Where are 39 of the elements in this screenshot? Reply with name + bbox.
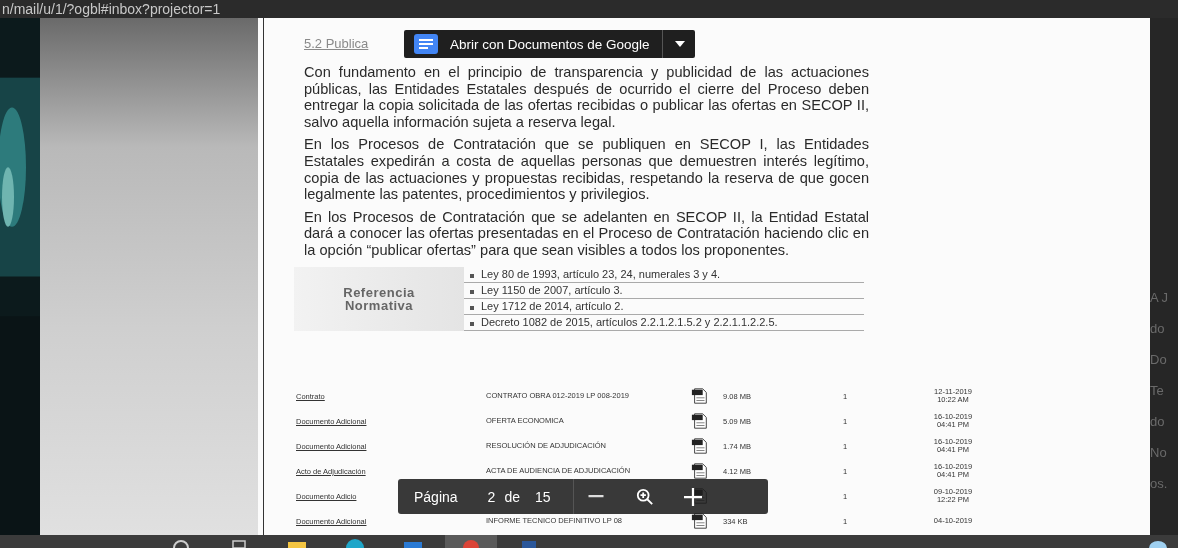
pdf-file-icon: [691, 387, 709, 406]
page-label: Página: [414, 488, 458, 505]
bullet-icon: [470, 273, 474, 278]
pdf-file-icon: [691, 437, 709, 456]
background-text: No: [1150, 445, 1168, 460]
zoom-in-icon[interactable]: [683, 487, 702, 506]
bullet-icon: [470, 305, 474, 310]
paragraph: En los Procesos de Contratación que se adelanten en SECOP II, la Entidad Estatal dará a conocer las ofertas presentadas en el Proceso de Contratación haciendo clic en la opción “publicar ofertas” para que sean visibles a todos los proponentes.: [304, 208, 869, 259]
page-number[interactable]: 2: [487, 488, 496, 505]
background-text: do: [1150, 414, 1166, 429]
url-text: n/mail/u/1/?ogbl#inbox?projector=1: [2, 1, 221, 17]
cloud-icon: [1148, 538, 1168, 548]
background-text: do: [1150, 321, 1166, 336]
reference-item: Decreto 1082 de 2015, artículos 2.2.1.2.1.5.2 y 2.2.1.1.2.2.5.: [481, 316, 778, 328]
page-total: 15: [534, 488, 551, 505]
word-icon: [519, 538, 539, 548]
open-with-button[interactable]: Abrir con Documentos de Google: [404, 30, 695, 58]
caret-icon: [674, 41, 685, 47]
reference-item: Ley 1712 de 2014, artículo 2.: [481, 300, 624, 312]
reference-item: Ley 80 de 1993, artículo 23, 24, numerales 3 y 4.: [481, 268, 721, 280]
search-icon: [171, 538, 191, 548]
bullet-icon: [470, 321, 474, 326]
reference-label: Referencia Normativa: [294, 266, 464, 331]
pdf-file-icon: [691, 412, 709, 431]
background-text: Do: [1150, 352, 1168, 367]
zoom-icon[interactable]: [635, 487, 654, 506]
task-view-icon: [229, 538, 249, 548]
background-text: A J: [1150, 290, 1170, 305]
browser-icon: [345, 538, 365, 548]
reference-item: Ley 1150 de 2007, artículo 3.: [481, 284, 623, 296]
background-text: os.: [1150, 476, 1169, 491]
document-icon: [414, 34, 438, 54]
background-text: Te: [1150, 383, 1165, 398]
bullet-icon: [470, 289, 474, 294]
browser-icon: [461, 538, 481, 548]
paragraph: Con fundamento en el principio de transparencia y publicidad de las actuaciones públicas, las Entidades Estatales después de ocurrido el cierre del Proceso deben entregar la copia solicitada de las ofertas recibidas o publicar las ofertas en SECOP II, salvo aquella información sujeta a reserva legal.: [304, 64, 869, 131]
paragraph: En los Procesos de Contratación que se publiquen en SECOP I, las Entidades Estatales expedirán a costa de aquellas personas que demuestren interés legítimo, copia de las actuaciones y propuestas recibidas, respetando la reserva de que gocen legalmente las patentes, procedimientos y privilegios.: [304, 136, 869, 203]
section-heading: 5.2 Publica: [304, 36, 369, 53]
page-of-label: de: [504, 488, 520, 505]
